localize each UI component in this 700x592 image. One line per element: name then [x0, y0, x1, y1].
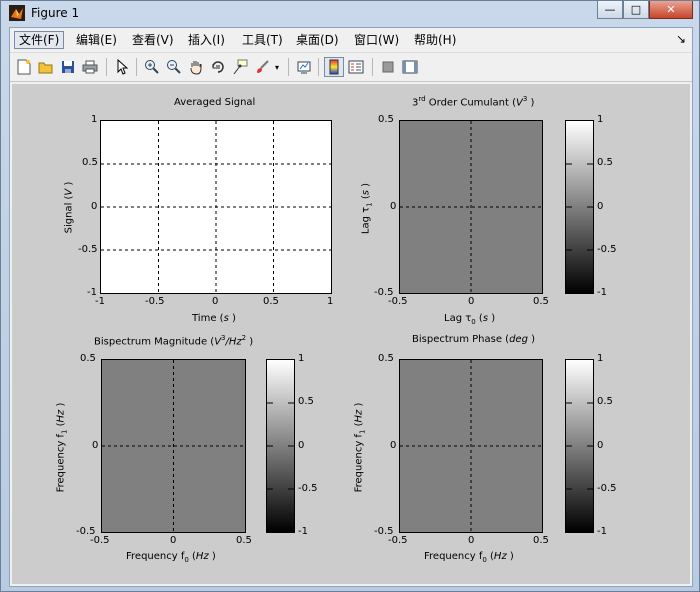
menu-view[interactable]: 查看(V)	[128, 31, 178, 49]
avg-ytick-4: -0.5	[78, 244, 98, 255]
phase-cbar-tick-2: 0.5	[597, 396, 613, 407]
phase-cbar-tick-1: 1	[597, 353, 604, 364]
bispec-phase-axes[interactable]	[399, 359, 543, 533]
avg-xlabel: Time (s )	[192, 313, 236, 324]
zoom-in-icon[interactable]	[142, 57, 162, 77]
save-icon[interactable]	[58, 57, 78, 77]
pan-hand-icon[interactable]	[186, 57, 206, 77]
cum-ytick-1: 0.5	[378, 114, 394, 125]
cum-cbar-tick-1: 1	[597, 114, 604, 125]
menu-tools[interactable]: 工具(T)	[238, 31, 287, 49]
mag-ytick-2: 0	[92, 440, 99, 451]
bispec-mag-colorbar[interactable]	[266, 359, 295, 533]
phase-xtick-1: -0.5	[388, 535, 408, 546]
zoom-out-icon[interactable]	[164, 57, 184, 77]
avg-xtick-4: 0.5	[263, 296, 279, 307]
cum-cbar-tick-2: 0.5	[597, 157, 613, 168]
minimize-button[interactable]: —	[597, 1, 623, 19]
bispec-mag-grid	[102, 360, 245, 532]
bispec-phase-grid	[400, 360, 542, 532]
avg-ytick-1: 1	[91, 114, 98, 125]
phase-cbar-tick-5: -1	[597, 526, 607, 537]
link-plot-icon[interactable]	[294, 57, 314, 77]
brush-dropdown-icon[interactable]: ▾	[272, 57, 282, 77]
cum-xtick-2: 0	[468, 296, 475, 307]
matlab-logo-icon	[9, 5, 25, 21]
new-figure-icon[interactable]	[14, 57, 34, 77]
cum-cbar-tick-4: -0.5	[597, 244, 617, 255]
phase-xlabel: Frequency f0 (Hz )	[424, 551, 514, 564]
bispec-mag-axes[interactable]	[101, 359, 246, 533]
menu-edit[interactable]: 编辑(E)	[72, 31, 121, 49]
figure-frame: 文件(F) 编辑(E) 查看(V) 插入(I) 工具(T) 桌面(D) 窗口(W…	[9, 27, 693, 587]
mag-cbar-tick-1: 1	[298, 353, 305, 364]
cumulant-grid	[400, 121, 542, 293]
avg-ytick-3: 0	[91, 201, 98, 212]
open-file-icon[interactable]	[36, 57, 56, 77]
mag-xtick-3: 0.5	[236, 535, 252, 546]
mag-xlabel: Frequency f0 (Hz )	[126, 551, 216, 564]
phase-ytick-2: 0	[390, 440, 397, 451]
phase-ylabel: Frequency f1 (Hz )	[353, 402, 367, 493]
hide-plot-tools-icon[interactable]	[378, 57, 398, 77]
mag-cbar-tick-2: 0.5	[298, 396, 314, 407]
cum-ytick-2: 0	[390, 201, 397, 212]
window-title: Figure 1	[31, 6, 80, 20]
phase-ytick-1: 0.5	[378, 353, 394, 364]
pointer-icon[interactable]	[112, 57, 132, 77]
cum-ylabel: Lag τ1 (s )	[360, 182, 374, 235]
averaged-signal-axes[interactable]	[100, 120, 332, 294]
phase-cbar-tick-3: 0	[597, 440, 604, 451]
cum-xtick-1: -0.5	[388, 296, 408, 307]
legend-icon[interactable]	[346, 57, 366, 77]
menu-insert[interactable]: 插入(I)	[184, 31, 229, 49]
cumulant-axes[interactable]	[399, 120, 543, 294]
avg-xtick-1: -1	[95, 296, 105, 307]
cum-cbar-tick-5: -1	[597, 287, 607, 298]
phase-xtick-3: 0.5	[533, 535, 549, 546]
mag-cbar-tick-3: 0	[298, 440, 305, 451]
averaged-signal-grid	[101, 121, 331, 293]
figure-window: Figure 1 — □ ✕ 文件(F) 编辑(E) 查看(V) 插入(I) 工…	[0, 0, 700, 592]
close-button[interactable]: ✕	[649, 1, 693, 19]
show-plot-tools-icon[interactable]	[400, 57, 420, 77]
mag-xtick-1: -0.5	[90, 535, 110, 546]
avg-ylabel: Signal (V )	[63, 181, 75, 234]
avg-xtick-5: 1	[327, 296, 334, 307]
title-bar[interactable]: Figure 1 — □ ✕	[1, 1, 699, 27]
avg-xtick-2: -0.5	[145, 296, 165, 307]
mag-ytick-1: 0.5	[80, 353, 96, 364]
menu-bar: 文件(F) 编辑(E) 查看(V) 插入(I) 工具(T) 桌面(D) 窗口(W…	[10, 28, 692, 53]
mag-cbar-tick-5: -1	[298, 526, 308, 537]
bispec-phase-colorbar[interactable]	[565, 359, 594, 533]
menu-desktop[interactable]: 桌面(D)	[292, 31, 343, 49]
brush-icon[interactable]	[252, 57, 272, 77]
phase-cbar-tick-4: -0.5	[597, 483, 617, 494]
rotate-3d-icon[interactable]	[208, 57, 228, 77]
bispec-mag-title: Bispectrum Magnitude (V3/Hz2 )	[94, 334, 254, 348]
averaged-signal-title: Averaged Signal	[174, 97, 256, 108]
bispec-phase-title: Bispectrum Phase (deg )	[412, 334, 536, 345]
avg-xtick-3: 0	[212, 296, 219, 307]
data-cursor-icon[interactable]	[230, 57, 250, 77]
phase-xtick-2: 0	[468, 535, 475, 546]
print-icon[interactable]	[80, 57, 100, 77]
mag-xtick-2: 0	[170, 535, 177, 546]
menu-file[interactable]: 文件(F)	[14, 31, 65, 49]
colorbar-icon[interactable]	[324, 57, 344, 77]
cumulant-title: 3rd Order Cumulant (V3 )	[412, 95, 535, 109]
figure-toolbar: ▾	[10, 53, 692, 82]
figure-canvas[interactable]: Averaged Signal 1 0.5 0 -0.5 -1 -1 -0.5 …	[12, 84, 690, 584]
menu-window[interactable]: 窗口(W)	[350, 31, 403, 49]
menu-help[interactable]: 帮助(H)	[410, 31, 460, 49]
cum-xlabel: Lag τ0 (s )	[444, 313, 496, 326]
avg-ytick-2: 0.5	[82, 157, 98, 168]
mag-ylabel: Frequency f1 (Hz )	[55, 402, 69, 493]
menu-overflow-icon[interactable]: ↘	[676, 32, 686, 46]
maximize-button[interactable]: □	[623, 1, 649, 19]
cum-xtick-3: 0.5	[533, 296, 549, 307]
cumulant-colorbar[interactable]	[565, 120, 594, 294]
cum-cbar-tick-3: 0	[597, 201, 604, 212]
mag-cbar-tick-4: -0.5	[298, 483, 318, 494]
